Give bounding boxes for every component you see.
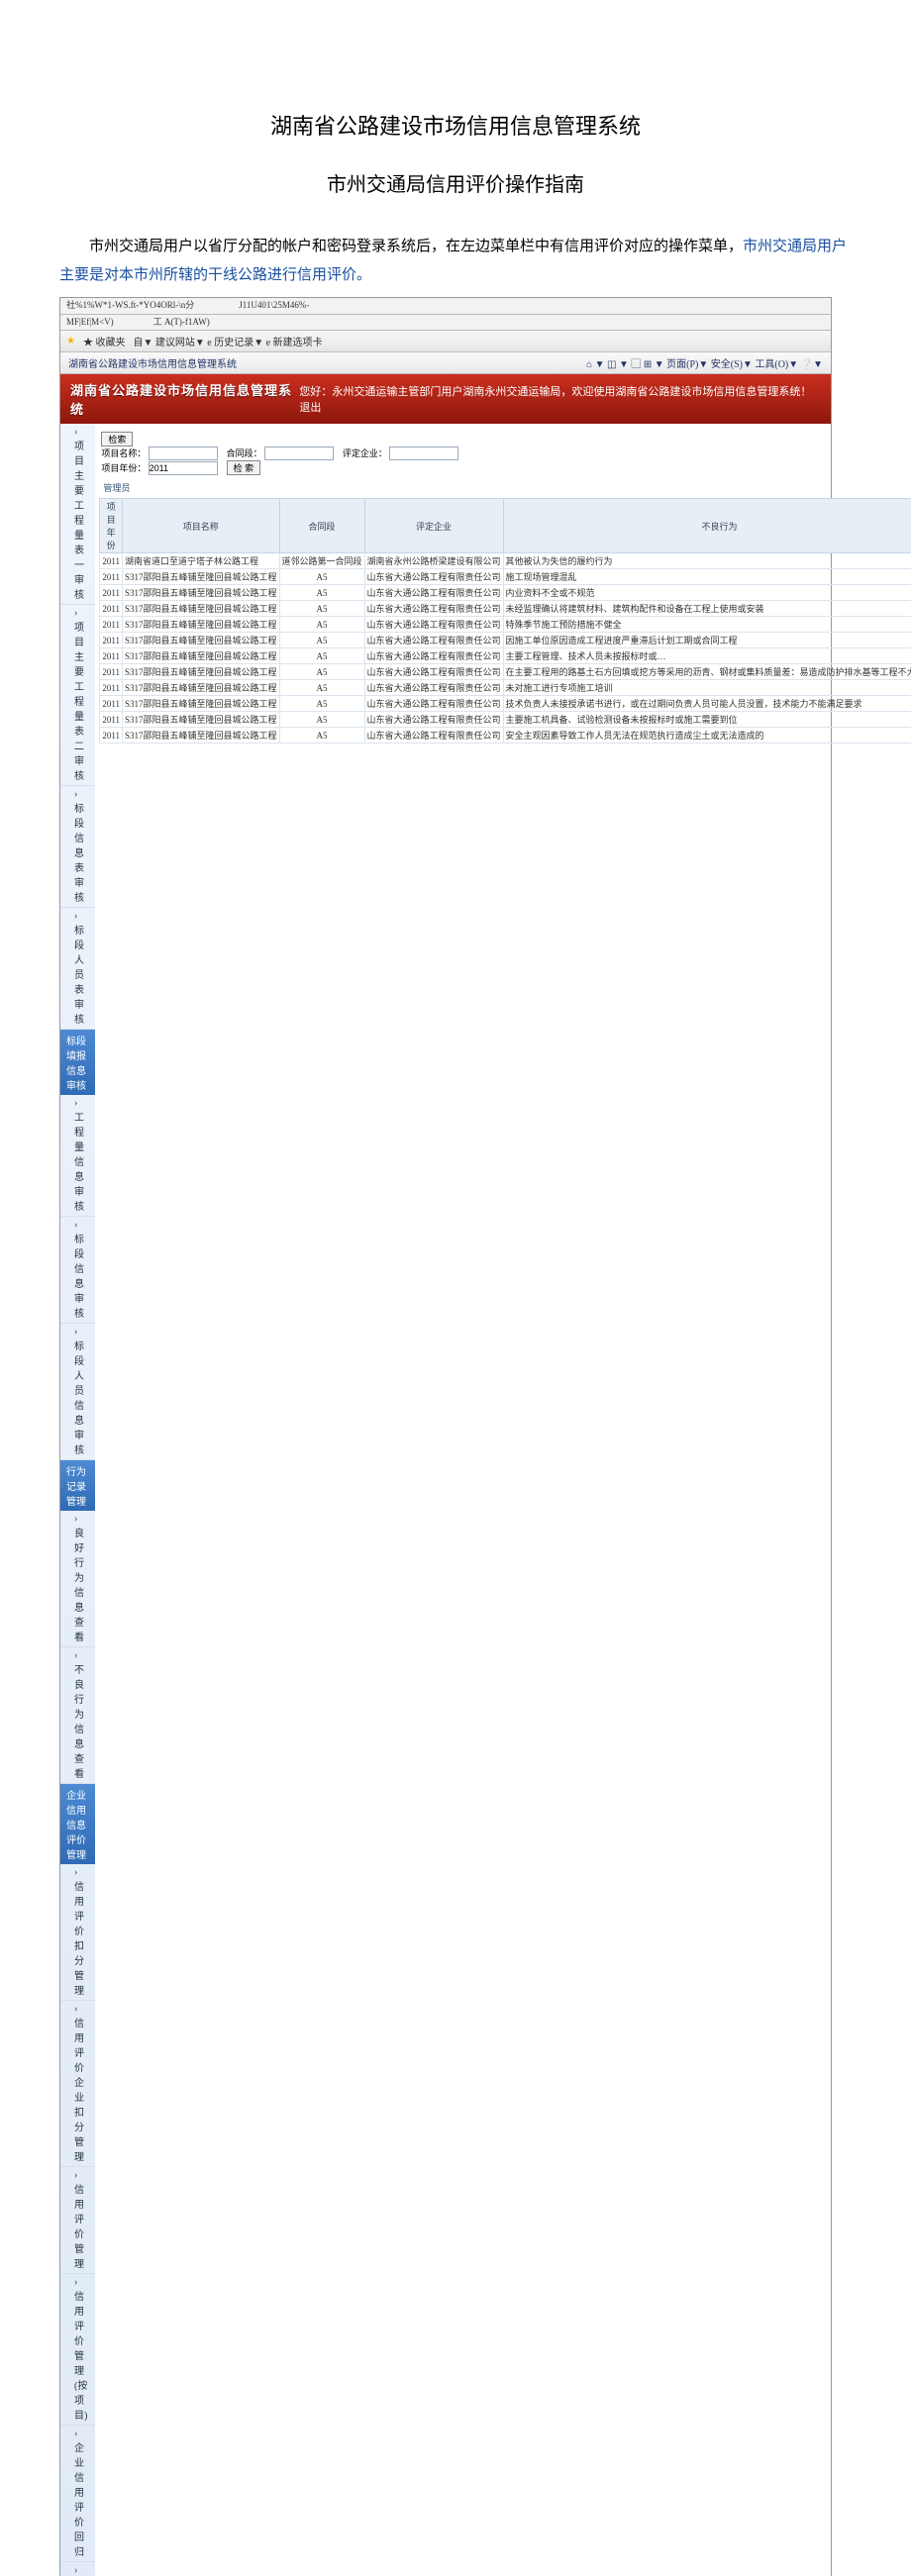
favorites-star-icon[interactable]: ★ — [66, 336, 75, 347]
filter-year-input[interactable] — [149, 461, 218, 475]
favorites-label[interactable]: ★ 收藏夹 — [83, 334, 126, 348]
table-row[interactable]: 2011S317邵阳县五峰铺至隆回县城公路工程A5山东省大通公路工程有限责任公司… — [100, 680, 911, 696]
sidebar-item[interactable]: › 工程量信息审核 — [60, 1095, 95, 1217]
table-row[interactable]: 2011S317邵阳县五峰铺至隆回县城公路工程A5山东省大通公路工程有限责任公司… — [100, 696, 911, 712]
search-toggle-button[interactable]: 检索 — [101, 432, 133, 446]
doc-title-sub: 市州交通局信用评价操作指南 — [59, 168, 852, 197]
browser-current-tab[interactable]: 湖南省公路建设市场信用信息管理系统 — [68, 355, 237, 370]
table-row[interactable]: 2011S317邵阳县五峰铺至隆回县城公路工程A5山东省大通公路工程有限责任公司… — [100, 585, 911, 601]
sidebar-item[interactable]: › 信用评价企业扣分管理 — [60, 2001, 95, 2167]
table-row[interactable]: 2011S317邵阳县五峰铺至隆回县城公路工程A5山东省大通公路工程有限责任公司… — [100, 569, 911, 585]
grid-header: 不良行为 — [503, 499, 911, 553]
admin-label: 管理员 — [99, 479, 911, 496]
sidebar-group: 企业信用信息评价管理 — [60, 1784, 95, 1864]
browser-page-tools[interactable]: ⌂ ▼ ◫ ▼ ▢ ⊞ ▼ 页面(P)▼ 安全(S)▼ 工具(O)▼ ❔▼ — [586, 355, 823, 370]
filter-proj-label: 项目名称： — [101, 448, 146, 458]
table-row[interactable]: 2011S317邵阳县五峰铺至隆回县城公路工程A5山东省大通公路工程有限责任公司… — [100, 648, 911, 664]
table-row[interactable]: 2011S317邵阳县五峰铺至隆回县城公路工程A5山东省大通公路工程有限责任公司… — [100, 601, 911, 617]
sidebar-item[interactable]: › 标段信息表审核 — [60, 786, 95, 908]
filter-ent-input[interactable] — [389, 446, 458, 460]
sidebar-item[interactable]: › 信用评价管理 — [60, 2167, 95, 2274]
table-row[interactable]: 2011湖南省道口至道宁塔子林公路工程道邻公路第一合同段湖南省永州公路桥梁建设有… — [100, 553, 911, 569]
intro-paragraph: 市州交通局用户以省厅分配的帐户和密码登录系统后，在左边菜单栏中有信用评价对应的操… — [59, 233, 852, 289]
sidebar-item[interactable]: › 信用评价管理(按项目) — [60, 2274, 95, 2426]
sidebar-item[interactable]: › 企业信用评价回归 — [60, 2426, 95, 2562]
filter-ent-label: 评定企业： — [343, 448, 387, 458]
sidebar-item[interactable]: › 不良行为信息查看 — [60, 1647, 95, 1784]
intro-text-1: 市州交通局用户以省厅分配的帐户和密码登录系统后，在左边菜单栏中有信用评价对应的操… — [89, 239, 743, 254]
sidebar-item[interactable]: › 良好行为信息查看 — [60, 1511, 95, 1647]
app-banner-welcome: 您好：永州交通运输主管部门用户湖南永州交通运输局，欢迎使用湖南省公路建设市场信用… — [299, 383, 821, 415]
sidebar-item[interactable]: › 标段人员信息审核 — [60, 1324, 95, 1460]
app-banner: 湖南省公路建设市场信用信息管理系统 您好：永州交通运输主管部门用户湖南永州交通运… — [60, 374, 831, 424]
table-row[interactable]: 2011S317邵阳县五峰铺至隆回县城公路工程A5山东省大通公路工程有限责任公司… — [100, 664, 911, 680]
filter-search-button[interactable]: 检 索 — [227, 460, 261, 475]
sidebar-item[interactable]: › 标段人员表审核 — [60, 908, 95, 1030]
filter-proj-input[interactable] — [149, 446, 218, 460]
table-row[interactable]: 2011S317邵阳县五峰铺至隆回县城公路工程A5山东省大通公路工程有限责任公司… — [100, 728, 911, 743]
sidebar-group: 标段填报信息审核 — [60, 1030, 95, 1095]
table-row[interactable]: 2011S317邵阳县五峰铺至隆回县城公路工程A5山东省大通公路工程有限责任公司… — [100, 633, 911, 648]
results-grid: 项目年份项目名称合同段评定企业不良行为扣分类别扣分 2011湖南省道口至道宁塔子… — [99, 498, 911, 743]
sidebar-item[interactable]: › 项目主要工程量表一审核 — [60, 424, 95, 605]
table-row[interactable]: 2011S317邵阳县五峰铺至隆回县城公路工程A5山东省大通公路工程有限责任公司… — [100, 617, 911, 633]
favorites-links[interactable]: 自▼ 建议网站▼ e 历史记录▼ e 新建选项卡 — [133, 334, 322, 348]
grid-header: 合同段 — [279, 499, 364, 553]
sidebar-group: 行为记录管理 — [60, 1460, 95, 1511]
main-panel: 检索 项目名称： 合同段： 评定企业： 项目年份： 检 索 管理员 项目年份项目… — [95, 424, 911, 2576]
grid-header: 项目名称 — [123, 499, 280, 553]
browser-tabs-left: MF|Ef|M<V) — [66, 317, 114, 329]
doc-title-main: 湖南省公路建设市场信用信息管理系统 — [59, 109, 852, 141]
filter-year-label: 项目年份： — [101, 463, 146, 473]
embedded-screenshot: 社%1%W*1-WS.ft-*YO4ORl-\n分 J11U401\25M46%… — [59, 297, 832, 2576]
sidebar-item[interactable]: › 企业信用评价表上传 — [60, 2562, 95, 2576]
browser-tab-bar: 湖南省公路建设市场信用信息管理系统 ⌂ ▼ ◫ ▼ ▢ ⊞ ▼ 页面(P)▼ 安… — [60, 352, 831, 374]
filter-seg-label: 合同段： — [227, 448, 262, 458]
table-row[interactable]: 2011S317邵阳县五峰铺至隆回县城公路工程A5山东省大通公路工程有限责任公司… — [100, 712, 911, 728]
sidebar-item[interactable]: › 信用评价扣分管理 — [60, 1864, 95, 2001]
filter-seg-input[interactable] — [264, 446, 334, 460]
grid-header: 评定企业 — [364, 499, 503, 553]
sidebar-menu: › 项目主要工程量表一审核› 项目主要工程量表二审核› 标段信息表审核› 标段人… — [60, 424, 95, 2576]
grid-header: 项目年份 — [100, 499, 123, 553]
app-banner-title: 湖南省公路建设市场信用信息管理系统 — [70, 380, 299, 418]
browser-favorites-bar: ★ ★ 收藏夹 自▼ 建议网站▼ e 历史记录▼ e 新建选项卡 — [60, 331, 831, 352]
sidebar-item[interactable]: › 项目主要工程量表二审核 — [60, 605, 95, 786]
browser-address-garbled: 社%1%W*1-WS.ft-*YO4ORl-\n分 J11U401\25M46%… — [60, 298, 831, 315]
browser-tabs-mid: 工 A(T)-f1AW) — [153, 317, 210, 329]
search-panel: 检索 项目名称： 合同段： 评定企业： 项目年份： 检 索 — [99, 428, 911, 479]
sidebar-item[interactable]: › 标段信息审核 — [60, 1217, 95, 1324]
